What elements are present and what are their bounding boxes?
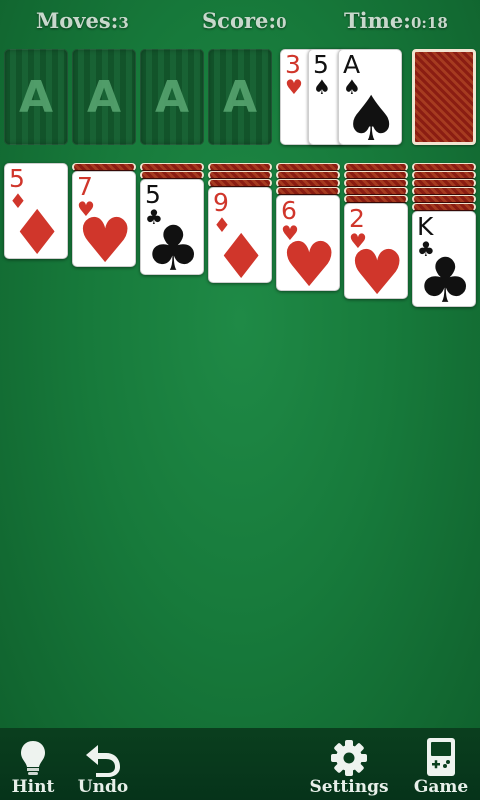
card-center-suit-icon: ♠ [343,82,399,145]
face-down-card [140,163,204,171]
undo-arrow-icon [58,737,148,777]
card-center-suit-icon: ♣ [417,244,473,307]
face-down-card [412,171,476,179]
timer: Time:0:18 [344,8,448,33]
face-down-card [412,163,476,171]
waste-card-top[interactable]: A ♠ ♠ [338,49,402,145]
face-down-card [344,195,408,203]
tableau-card-col-3[interactable]: 5 ♣ ♣ [140,179,204,275]
tableau-card-col-7[interactable]: K ♣ ♣ [412,211,476,307]
face-down-card [208,163,272,171]
card-center-suit-icon: ♥ [281,228,337,291]
card-center-suit-icon: ♥ [349,236,405,299]
face-down-card [72,163,136,171]
settings-button[interactable]: Settings [304,737,394,797]
tableau-card-col-6[interactable]: 2 ♥ ♥ [344,203,408,299]
tableau-card-col-2[interactable]: 7 ♥ ♥ [72,171,136,267]
face-down-card [276,171,340,179]
score-counter: Score:0 [202,8,287,33]
bottom-toolbar: Hint Undo Settings Game [0,728,480,800]
face-down-card [208,179,272,187]
gear-icon [304,737,394,777]
undo-button[interactable]: Undo [58,737,148,797]
face-down-card [412,179,476,187]
foundation-slot-1[interactable]: A [4,49,68,145]
face-down-card [140,171,204,179]
face-down-card [344,179,408,187]
face-down-card [344,171,408,179]
card-center-suit-icon: ♦ [9,196,65,259]
foundation-slot-3[interactable]: A [140,49,204,145]
gameboy-icon [396,737,480,777]
face-down-card [412,187,476,195]
card-center-suit-icon: ♦ [213,220,269,283]
card-center-suit-icon: ♣ [145,212,201,275]
face-down-card [344,163,408,171]
tableau-card-col-1[interactable]: 5 ♦ ♦ [4,163,68,259]
face-down-card [276,187,340,195]
face-down-card [276,163,340,171]
card-suit-icon: ♠ [313,75,331,99]
tableau-card-col-4[interactable]: 9 ♦ ♦ [208,187,272,283]
face-down-card [412,195,476,203]
tableau-card-col-5[interactable]: 6 ♥ ♥ [276,195,340,291]
card-center-suit-icon: ♥ [77,204,133,267]
stock-pile[interactable] [412,49,476,145]
foundation-slot-2[interactable]: A [72,49,136,145]
foundation-slot-4[interactable]: A [208,49,272,145]
face-down-card [344,187,408,195]
game-button[interactable]: Game [396,737,480,797]
face-down-card [412,203,476,211]
face-down-card [276,179,340,187]
status-bar: Moves:3 Score:0 Time:0:18 [0,0,480,44]
face-down-card [208,171,272,179]
card-suit-icon: ♥ [285,75,303,99]
moves-counter: Moves:3 [36,8,129,33]
